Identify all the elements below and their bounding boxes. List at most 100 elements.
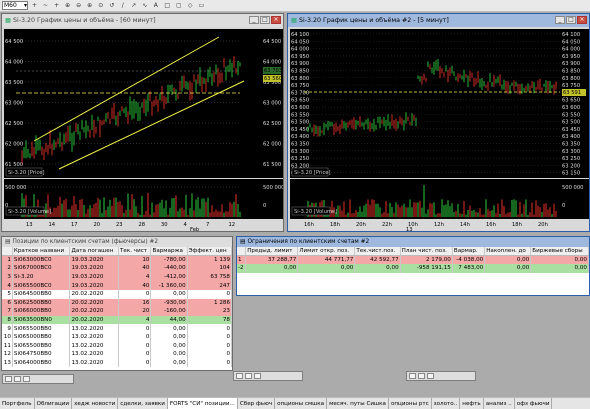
column-header[interactable]: Краткое названи xyxy=(12,247,71,257)
window-title: Ограничения по клиентским счетам #2 xyxy=(247,239,370,245)
taskbar-tab[interactable]: FORTS "СИ" позиции... xyxy=(167,398,238,409)
y-tick-label: 64 100 xyxy=(562,32,580,38)
table-cell: 1 xyxy=(237,255,247,265)
table-row[interactable]: 1 37 288,77 44 771,77 42 592,77 2 179,00 -4 0… xyxy=(237,255,589,265)
table-cell: 0 xyxy=(118,332,152,342)
close-button[interactable]: × xyxy=(577,16,587,24)
taskbar-tab[interactable]: офз фьючи xyxy=(515,398,553,409)
toolbar-tool-icon[interactable]: □ xyxy=(162,1,172,10)
taskbar-tab[interactable]: Сбер фьюч xyxy=(238,398,276,409)
minimized-window[interactable] xyxy=(233,371,303,381)
taskbar-tab[interactable]: месяч. путы Сишка xyxy=(327,398,389,409)
y-tick-label: 63 500 xyxy=(291,120,309,126)
toolbar-tool-icon[interactable]: ▢ xyxy=(174,1,184,10)
table-row[interactable]: 3 Si-3.20 19.03.2020 4 -412,00 63 758 xyxy=(2,272,232,282)
table-row[interactable]: 6 Si062500BB0 20.02.2020 16 -930,00 1 286 xyxy=(2,298,232,308)
table-row[interactable]: 1 Si063000BC0 19.03.2020 10 -780,00 1 139 xyxy=(2,255,232,265)
table-row[interactable]: 2 Si067000BC0 19.03.2020 40 -440,00 104 xyxy=(2,264,232,273)
column-header[interactable]: Накоплен. до xyxy=(484,247,532,257)
table-row[interactable]: 10 Si065000BB0 13.02.2020 0 0,00 0 xyxy=(2,332,232,342)
taskbar-tab[interactable]: нефть xyxy=(460,398,484,409)
y-tick-label: 64 500 xyxy=(263,39,281,45)
column-header[interactable]: Дата погашен xyxy=(69,247,119,257)
column-header[interactable] xyxy=(2,247,13,257)
series-label: Si-3.20 [Volume] xyxy=(294,209,337,215)
y-tick-label: 63 800 xyxy=(291,76,309,82)
minimize-button[interactable]: _ xyxy=(555,16,565,24)
taskbar-tab[interactable]: золото.. xyxy=(432,398,461,409)
window-titlebar[interactable]: ▤ Ограничения по клиентским счетам #2 xyxy=(237,237,589,247)
table-row[interactable]: 8 Si063500BN0 20.02.2020 4 44,00 78 xyxy=(2,315,232,325)
toolbar-tool-icon[interactable]: ∿ xyxy=(140,1,149,10)
toolbar-tool-icon[interactable]: / xyxy=(118,1,127,10)
table-cell: Si065500BB0 xyxy=(12,341,71,351)
minimized-window[interactable] xyxy=(406,371,476,381)
toolbar-tool-icon[interactable]: ↺ xyxy=(107,1,116,10)
minimized-window[interactable] xyxy=(2,374,74,384)
taskbar-tab[interactable]: хедж новости xyxy=(72,398,119,409)
table-cell: 247 xyxy=(187,281,232,290)
y-tick-label: 64 000 xyxy=(263,60,281,66)
toolbar-tool-icon[interactable]: ⊕ xyxy=(85,1,94,10)
maximize-button[interactable]: □ xyxy=(260,16,270,24)
toolbar-tool-icon[interactable]: ↗ xyxy=(129,1,138,10)
table-row[interactable]: 5 Si064500BB0 20.02.2020 0 0,00 0 xyxy=(2,289,232,299)
column-header[interactable]: Биржевые сборы xyxy=(530,247,589,257)
table-cell: 1 139 xyxy=(187,255,232,265)
volume-panel[interactable]: 500 000 0 Si-3.20 [Volume] 16h 18h 20h 22h 10h 1… xyxy=(290,179,589,231)
chevron-down-icon: ▾ xyxy=(23,2,27,9)
table-row[interactable]: 7 Si066000BB0 20.02.2020 20 -160,00 23 xyxy=(2,307,232,316)
y-tick-label: 63 450 xyxy=(291,127,309,133)
table-cell: 1 286 xyxy=(187,298,232,308)
toolbar-tool-icon[interactable]: ~ xyxy=(41,1,50,10)
toolbar-tool-icon[interactable]: + xyxy=(30,1,39,10)
table-row[interactable]: 9 Si065500BB0 13.02.2020 0 0,00 0 xyxy=(2,324,232,333)
taskbar-tab[interactable]: опционы смшка xyxy=(275,398,328,409)
maximize-button[interactable]: □ xyxy=(566,16,576,24)
taskbar-tab[interactable]: сделки, заявки xyxy=(118,398,168,409)
price-panel[interactable]: 64 100 64 100 64 050 64 050 64 000 64 000 63 9… xyxy=(290,29,589,178)
toolbar-tool-icon[interactable]: ⊖ xyxy=(74,1,83,10)
window-titlebar[interactable]: ▦ Si-3.20 График цены и объёма #2 - [5 м… xyxy=(288,14,589,27)
column-header[interactable]: Лимит откр. поз. xyxy=(297,247,356,257)
toolbar-tool-icon[interactable]: + xyxy=(52,1,61,10)
window-titlebar[interactable]: ▦ Si-3.20 График цены и объёма - [60 мин… xyxy=(2,14,283,27)
column-header[interactable]: План чист. поз. xyxy=(400,247,453,257)
column-header[interactable]: Эффект. цен xyxy=(187,247,232,257)
y-tick-label: 64 050 xyxy=(291,39,309,45)
column-header[interactable]: Вармаржа xyxy=(150,247,188,257)
table-cell: Si067000BC0 xyxy=(12,264,71,273)
taskbar-tab[interactable]: Портфель xyxy=(0,398,35,409)
toolbar-tool-icon[interactable]: ⊕ xyxy=(63,1,72,10)
minimize-button[interactable]: _ xyxy=(249,16,259,24)
taskbar-tab[interactable]: Облигации xyxy=(35,398,73,409)
column-header[interactable]: Предыд. лимит xyxy=(245,247,299,257)
toolbar-tool-icon[interactable]: ⊙ xyxy=(96,1,105,10)
column-header[interactable]: Вармар. xyxy=(452,247,486,257)
taskbar-tab[interactable]: анализ .. xyxy=(484,398,515,409)
column-header[interactable]: Тек.чист.поз. xyxy=(354,247,401,257)
column-header[interactable] xyxy=(237,247,247,257)
taskbar-tab[interactable]: опционы ртс xyxy=(389,398,432,409)
y-tick-label: 62 000 xyxy=(5,142,23,148)
positions-table-container: Краткое названи Дата погашен Тек. чист Варм… xyxy=(2,247,232,370)
toolbar-tool-icon[interactable]: ▭ xyxy=(197,1,207,10)
price-panel[interactable]: 64 500 64 000 63 500 63 000 62 500 62 000 61 5… xyxy=(4,29,283,178)
table-row[interactable]: 12 Si064750BB0 13.02.2020 0 0,00 0 xyxy=(2,350,232,359)
window-titlebar[interactable]: ▤ Позиции по клиентским счетам (фьючерсы… xyxy=(2,237,232,247)
table-row[interactable]: 4 Si065500BC0 19.03.2020 40 -1 360,00 247 xyxy=(2,281,232,290)
y-tick-label: 63 450 xyxy=(562,127,580,133)
table-row[interactable]: 11 Si065500BB0 13.02.2020 0 0,00 0 xyxy=(2,341,232,351)
toolbar-tool-icon[interactable]: ◇ xyxy=(186,1,195,10)
table-cell: 0,00 xyxy=(484,264,532,273)
toolbar-tool-icon[interactable]: A xyxy=(151,1,160,10)
table-cell: 19.03.2020 xyxy=(69,281,119,290)
close-button[interactable]: × xyxy=(271,16,281,24)
table-row[interactable]: 13 Si064000BB0 13.02.2020 0 0,00 0 xyxy=(2,358,232,368)
column-header[interactable]: Тек. чист xyxy=(118,247,152,257)
table-cell: 44 771,77 xyxy=(297,255,356,265)
table-row[interactable]: -2 0,00 0,00 0,00 -958 191,15 7 483,00 0,00 0,0… xyxy=(237,264,589,273)
table-cell: 13.02.2020 xyxy=(69,341,119,351)
volume-panel[interactable]: 500 000 500 000 0 0 Si-3.20 [Volume] 13 14 17 20… xyxy=(4,179,283,231)
timeframe-select[interactable]: M60 ▾ xyxy=(2,1,28,10)
